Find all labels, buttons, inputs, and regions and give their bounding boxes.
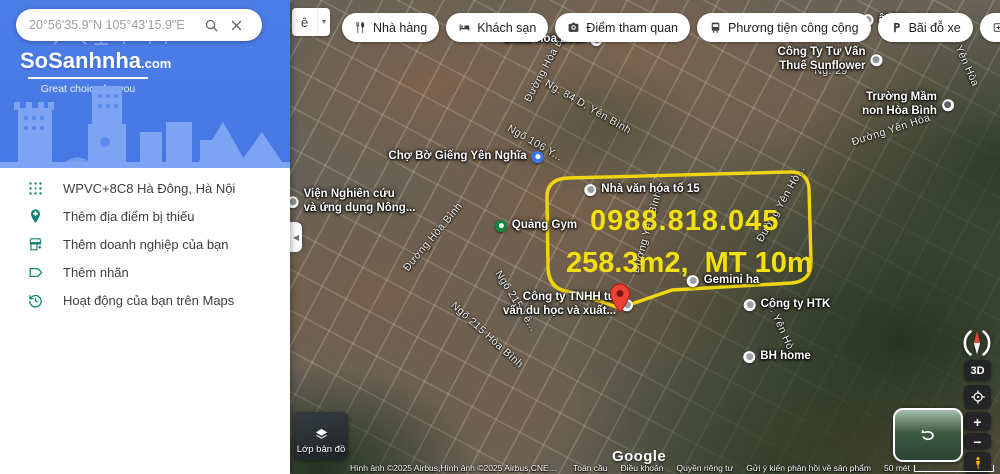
banner-city-illustration [0, 84, 290, 168]
map-poi[interactable]: Trường Mầmnon Hòa Bình [862, 91, 954, 119]
white-poi-pin-icon [743, 351, 755, 363]
search-input[interactable]: 20°56'35.9"N 105°43'15.9"E [29, 18, 199, 32]
3d-view-button[interactable]: 3D [964, 360, 991, 381]
logo-underline [28, 77, 148, 79]
scale-bar [914, 465, 994, 472]
menu-item-label: WPVC+8C8 Hà Đông, Hà Nội [63, 181, 235, 196]
transit-icon [709, 21, 722, 34]
map-poi[interactable]: Quảng Gym [495, 219, 577, 233]
ime-key-label: ê [292, 15, 317, 30]
poi-label: Trường Mầmnon Hòa Bình [862, 91, 937, 119]
map-poi[interactable]: Nhà văn hóa tổ 15 [584, 183, 699, 197]
green-poi-pin-icon [495, 220, 507, 232]
footer-link[interactable]: Gửi ý kiến phản hồi về sản phẩm [746, 463, 871, 473]
search-box[interactable]: 20°56'35.9"N 105°43'15.9"E [16, 9, 262, 41]
gray-poi-pin-icon [870, 54, 882, 66]
category-pill-hotel[interactable]: Khách sạn [446, 13, 548, 42]
poi-label: Chợ Bờ Giếng Yên Nghĩa [388, 150, 526, 164]
pharmacy-icon [992, 21, 1000, 34]
target-icon [970, 389, 986, 405]
plus-code-icon [27, 180, 44, 197]
my-location-button[interactable] [964, 385, 991, 409]
white-poi-pin-icon [584, 184, 596, 196]
brand-logo-text: SoSanhnha [20, 48, 141, 73]
map-poi[interactable]: Công ty HTK [744, 298, 831, 312]
category-pill-parking[interactable]: Bãi đỗ xe [878, 13, 973, 42]
layers-label: Lớp bản đồ [297, 444, 346, 455]
menu-item-activity[interactable]: Hoạt động của bạn trên Maps [0, 287, 290, 315]
attractions-icon [567, 21, 580, 34]
poi-label: Công ty TNHH tưvấn du học và xuất... [503, 291, 616, 319]
add-place-icon [27, 208, 44, 225]
listing-phone-number: 0988.818.045 [590, 205, 779, 238]
white-poi-pin-icon [744, 299, 756, 311]
poi-label: BH home [760, 350, 810, 364]
menu-item-label: Thêm địa điểm bị thiếu [63, 209, 195, 224]
poi-label: Nhà văn hóa tổ 15 [601, 183, 699, 197]
zoom-out-button[interactable]: − [964, 433, 991, 450]
gray-poi-pin-icon [290, 196, 299, 208]
menu-item-plus-code[interactable]: WPVC+8C8 Hà Đông, Hà Nội [0, 175, 290, 203]
poi-label: Công Ty Tư VấnThuế Sunflower [778, 46, 866, 74]
brand-logo-suffix: .com [141, 56, 171, 71]
map-footer: Hình ảnh ©2025 Airbus,Hình ảnh ©2025 Air… [350, 463, 994, 473]
category-toolbar: Nhà hàng Khách sạn Điểm tham quan Phương ti… [342, 13, 1000, 42]
poi-label: Viện Nghiên cứuvà ứng dụng Nông... [304, 188, 416, 216]
menu-item-label: Thêm nhãn [63, 265, 129, 280]
rotate-view-icon [918, 425, 938, 445]
footer-links: Toàn cầu Điều khoản Quyền riêng tư Gửi ý ki… [573, 463, 871, 473]
footer-link[interactable]: Quyền riêng tư [677, 463, 734, 473]
sidebar-collapse-button[interactable]: ◀ [290, 222, 302, 252]
search-icon[interactable] [199, 18, 224, 33]
category-label: Điểm tham quan [586, 21, 678, 35]
hotel-icon [458, 21, 471, 34]
sidebar-panel: SoSanhnha.com Great choice for you [0, 0, 290, 474]
listing-area-text: 258.3m2, MT 10m [566, 247, 813, 280]
red-map-marker[interactable] [609, 283, 631, 313]
imagery-attribution: Hình ảnh ©2025 Airbus,Hình ảnh ©2025 Air… [350, 463, 560, 473]
map-layers-button[interactable]: Lớp bản đồ [294, 412, 348, 460]
category-pill-restaurant[interactable]: Nhà hàng [342, 13, 439, 42]
restaurant-icon [354, 21, 367, 34]
blue-poi-pin-icon [532, 151, 544, 163]
category-pill-transit[interactable]: Phương tiện công cộng [697, 13, 871, 42]
map-poi[interactable]: BH home [743, 350, 810, 364]
map-poi[interactable]: Viện Nghiên cứuvà ứng dụng Nông... [290, 188, 415, 216]
menu-item-add-label[interactable]: Thêm nhãn [0, 259, 290, 287]
poi-label: Công ty HTK [761, 298, 831, 312]
category-label: Bãi đỗ xe [909, 21, 961, 35]
google-maps-app: 0988.818.045 258.3m2, MT 10m Chùa Hoa Bì… [0, 0, 1000, 474]
category-label: Khách sạn [477, 21, 536, 35]
school-poi-pin-icon [942, 99, 954, 111]
activity-icon [27, 292, 44, 309]
parking-icon [890, 21, 903, 34]
street-view-preview[interactable] [893, 408, 963, 462]
scale-label: 50 mét [884, 463, 910, 473]
layers-icon [314, 427, 329, 442]
close-icon[interactable] [224, 18, 249, 33]
poi-label: Quảng Gym [512, 219, 577, 233]
menu-item-add-business[interactable]: Thêm doanh nghiệp của bạn [0, 231, 290, 259]
add-business-icon [27, 236, 44, 253]
category-label: Phương tiện công cộng [728, 21, 859, 35]
chevron-down-icon[interactable]: ▼ [317, 8, 330, 36]
map-scale: 50 mét [884, 463, 994, 473]
compass-control[interactable] [962, 328, 992, 358]
map-poi[interactable]: Chợ Bờ Giếng Yên Nghĩa [388, 150, 543, 164]
category-pill-attractions[interactable]: Điểm tham quan [555, 13, 690, 42]
menu-item-label: Thêm doanh nghiệp của bạn [63, 237, 229, 252]
category-pill-pharmacy[interactable]: Hiệu thuốc [980, 13, 1000, 42]
footer-link[interactable]: Điều khoản [620, 463, 663, 473]
map-canvas[interactable]: 0988.818.045 258.3m2, MT 10m Chùa Hoa Bì… [290, 0, 1000, 474]
menu-item-add-place[interactable]: Thêm địa điểm bị thiếu [0, 203, 290, 231]
add-label-icon [27, 264, 44, 281]
sidebar-menu: WPVC+8C8 Hà Đông, Hà Nội Thêm địa điểm bị… [0, 168, 290, 315]
map-poi[interactable]: Công Ty Tư VấnThuế Sunflower [778, 46, 883, 74]
input-method-button[interactable]: ê ▼ [292, 8, 330, 36]
footer-link[interactable]: Toàn cầu [573, 463, 608, 473]
zoom-in-button[interactable]: + [964, 412, 991, 431]
category-label: Nhà hàng [373, 21, 427, 35]
menu-item-label: Hoạt động của bạn trên Maps [63, 293, 234, 308]
